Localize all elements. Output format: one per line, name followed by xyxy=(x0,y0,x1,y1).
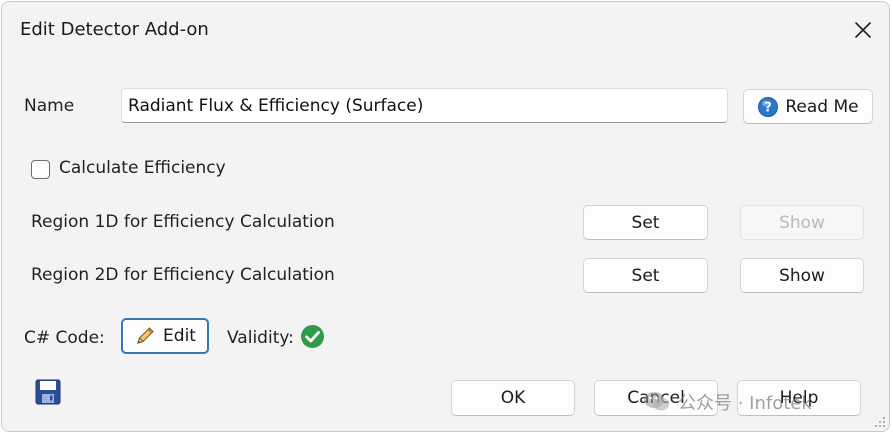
read-me-button[interactable]: ? Read Me xyxy=(743,89,873,124)
svg-text:?: ? xyxy=(765,100,773,115)
region-1d-show-label: Show xyxy=(779,212,825,233)
region-1d-show-button[interactable]: Show xyxy=(740,205,864,240)
help-label: Help xyxy=(779,388,819,408)
name-label: Name xyxy=(24,96,75,116)
read-me-label: Read Me xyxy=(785,96,859,117)
close-button[interactable] xyxy=(847,14,879,46)
title-bar: Edit Detector Add-on xyxy=(2,2,889,62)
region-2d-set-button[interactable]: Set xyxy=(583,258,708,293)
validity-label: Validity: xyxy=(227,328,294,348)
region-1d-label: Region 1D for Efficiency Calculation xyxy=(31,212,335,232)
close-icon xyxy=(855,22,871,38)
region-2d-label: Region 2D for Efficiency Calculation xyxy=(31,265,335,285)
dialog-window: Edit Detector Add-on Name ? Read Me Calc… xyxy=(1,1,890,432)
region-2d-set-label: Set xyxy=(631,265,660,286)
pencil-icon xyxy=(137,327,154,344)
region-1d-set-label: Set xyxy=(631,212,660,233)
region-2d-show-button[interactable]: Show xyxy=(740,258,864,293)
help-button[interactable]: Help xyxy=(737,380,861,416)
edit-code-label: Edit xyxy=(163,326,196,346)
calculate-efficiency-label: Calculate Efficiency xyxy=(59,158,226,178)
edit-code-button[interactable]: Edit xyxy=(121,318,209,354)
save-button[interactable] xyxy=(34,378,62,406)
help-circle-icon: ? xyxy=(758,96,779,117)
name-input[interactable] xyxy=(121,88,728,123)
code-label: C# Code: xyxy=(24,328,105,348)
calculate-efficiency-checkbox[interactable] xyxy=(31,160,50,179)
region-1d-set-button[interactable]: Set xyxy=(583,205,708,240)
cancel-button[interactable]: Cancel xyxy=(594,380,718,416)
ok-label: OK xyxy=(500,388,526,408)
ok-button[interactable]: OK xyxy=(451,380,575,416)
resize-grip-icon[interactable] xyxy=(874,416,886,428)
cancel-label: Cancel xyxy=(627,388,685,408)
window-title: Edit Detector Add-on xyxy=(20,19,209,40)
save-disk-icon xyxy=(35,379,61,405)
check-circle-icon xyxy=(301,325,324,348)
region-2d-show-label: Show xyxy=(779,265,825,286)
